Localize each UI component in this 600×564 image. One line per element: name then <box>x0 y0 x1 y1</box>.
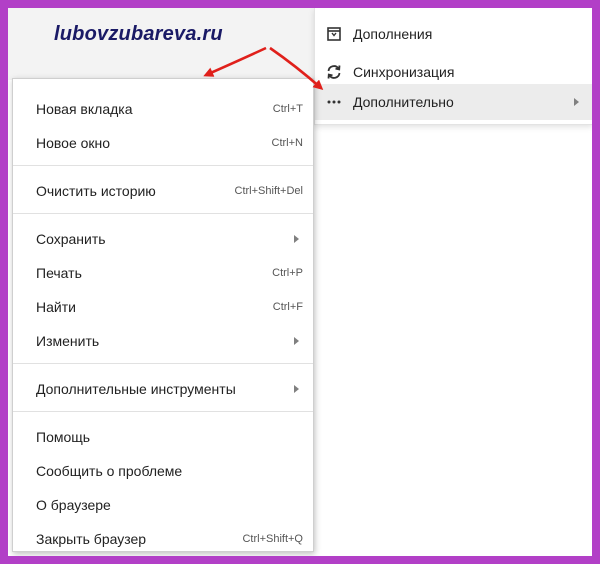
menu-item-label: Дополнительные инструменты <box>36 381 236 397</box>
menu-item-more-tools[interactable]: Дополнительные инструменты <box>13 374 313 404</box>
context-menu: Новая вкладка Ctrl+T Новое окно Ctrl+N О… <box>12 78 314 552</box>
menu-item-help[interactable]: Помощь <box>13 422 313 452</box>
menu-item-shortcut: Ctrl+Shift+Del <box>234 185 303 197</box>
menu-item-label: Сообщить о проблеме <box>36 463 183 479</box>
menu-item-label: Найти <box>36 299 76 315</box>
submenu: Дополнения Синхронизация Дополнительно <box>314 8 592 125</box>
menu-item-label: Помощь <box>36 429 91 445</box>
menu-item-shortcut: Ctrl+N <box>271 137 303 149</box>
chevron-right-icon <box>574 98 579 106</box>
menu-item-report-problem[interactable]: Сообщить о проблеме <box>13 456 313 486</box>
menu-item-new-window[interactable]: Новое окно Ctrl+N <box>13 128 313 158</box>
submenu-item-label: Дополнения <box>353 26 433 42</box>
chevron-right-icon <box>294 385 299 393</box>
chevron-right-icon <box>294 337 299 345</box>
submenu-item-more[interactable]: Дополнительно <box>315 84 592 120</box>
menu-item-shortcut: Ctrl+T <box>272 103 303 115</box>
menu-item-label: Изменить <box>36 333 100 349</box>
screenshot-frame: lubovzubareva.ru Дополнения Синхронизаци… <box>0 0 600 564</box>
extensions-icon <box>325 25 343 43</box>
menu-item-shortcut: Ctrl+F <box>272 301 303 313</box>
watermark: lubovzubareva.ru <box>54 23 223 45</box>
menu-item-save[interactable]: Сохранить <box>13 224 313 254</box>
menu-item-label: Очистить историю <box>36 183 156 199</box>
menu-item-label: Новое окно <box>36 135 111 151</box>
menu-item-about-browser[interactable]: О браузере <box>13 490 313 520</box>
menu-item-label: Закрыть браузер <box>36 531 147 547</box>
menu-item-edit[interactable]: Изменить <box>13 326 313 356</box>
menu-item-shortcut: Ctrl+P <box>272 267 303 279</box>
menu-item-close-browser[interactable]: Закрыть браузер Ctrl+Shift+Q <box>13 524 313 554</box>
menu-item-label: О браузере <box>36 497 111 513</box>
canvas: lubovzubareva.ru Дополнения Синхронизаци… <box>8 8 592 556</box>
menu-separator <box>13 411 313 412</box>
submenu-item-label: Синхронизация <box>353 64 455 80</box>
submenu-item-label: Дополнительно <box>353 94 454 110</box>
menu-item-print[interactable]: Печать Ctrl+P <box>13 258 313 288</box>
menu-item-new-tab[interactable]: Новая вкладка Ctrl+T <box>13 94 313 124</box>
submenu-item-extensions[interactable]: Дополнения <box>315 16 592 52</box>
more-dots-icon <box>325 93 343 111</box>
menu-item-shortcut: Ctrl+Shift+Q <box>242 533 303 545</box>
menu-separator <box>13 165 313 166</box>
menu-item-find[interactable]: Найти Ctrl+F <box>13 292 313 322</box>
menu-item-label: Печать <box>36 265 82 281</box>
menu-separator <box>13 213 313 214</box>
menu-item-clear-history[interactable]: Очистить историю Ctrl+Shift+Del <box>13 176 313 206</box>
menu-item-label: Новая вкладка <box>36 101 133 117</box>
menu-separator <box>13 363 313 364</box>
sync-icon <box>325 63 343 81</box>
chevron-right-icon <box>294 235 299 243</box>
menu-item-label: Сохранить <box>36 231 106 247</box>
